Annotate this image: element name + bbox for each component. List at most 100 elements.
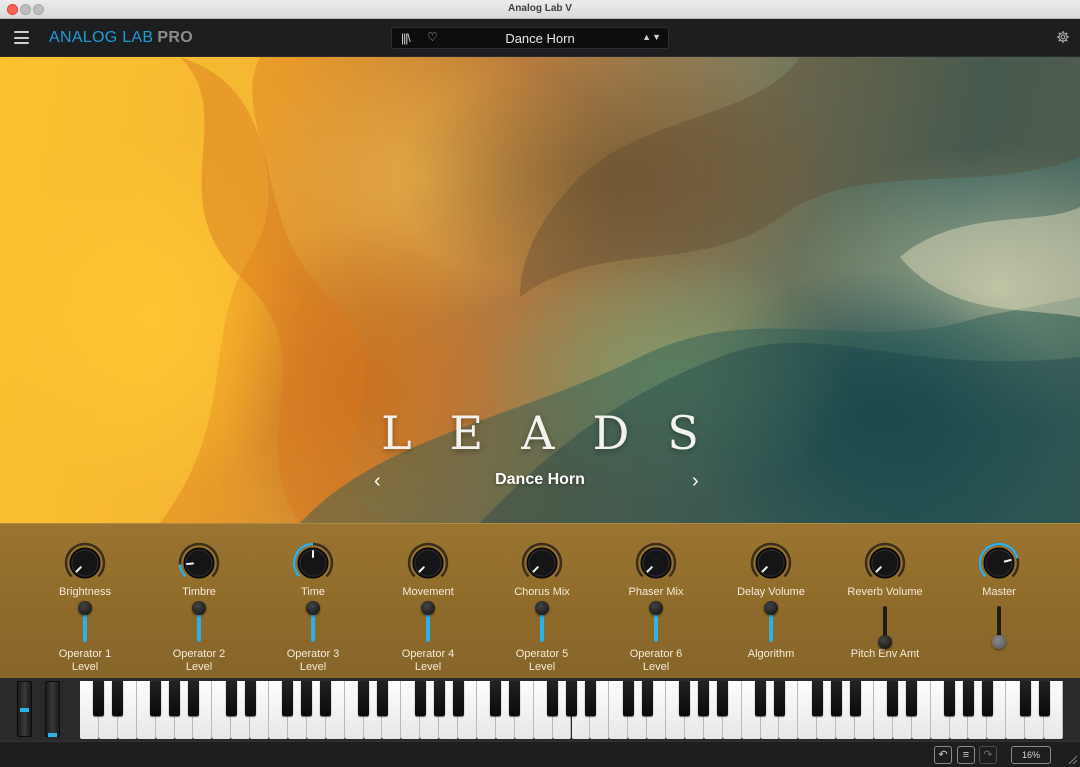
- control-column: Phaser Mix Operator 6 Level: [608, 542, 704, 674]
- control-column: Master: [951, 542, 1047, 649]
- macro-knob[interactable]: [978, 542, 1020, 584]
- brand-edition: PRO: [157, 29, 193, 46]
- black-key[interactable]: [93, 681, 105, 716]
- knob-body: [69, 547, 101, 579]
- keyboard-section: [0, 678, 1080, 741]
- next-preset-chevron-icon[interactable]: ›: [692, 470, 699, 493]
- fader-handle[interactable]: [192, 600, 206, 615]
- macro-knob[interactable]: [864, 542, 906, 584]
- black-key[interactable]: [773, 681, 785, 716]
- knob-body: [412, 547, 444, 579]
- macro-knob[interactable]: [292, 542, 334, 584]
- category-title: LEADS: [381, 406, 737, 460]
- macro-fader[interactable]: [192, 600, 206, 644]
- history-list-icon[interactable]: ≡: [957, 746, 975, 764]
- black-key[interactable]: [414, 681, 426, 716]
- black-key[interactable]: [698, 681, 710, 716]
- macro-knob[interactable]: [178, 542, 220, 584]
- black-key[interactable]: [679, 681, 691, 716]
- gear-icon[interactable]: [1056, 30, 1070, 44]
- knob-body: [640, 547, 672, 579]
- macro-fader[interactable]: [421, 600, 435, 644]
- window-title: Analog Lab V: [508, 3, 572, 14]
- cpu-meter: 16%: [1011, 746, 1051, 764]
- black-key[interactable]: [566, 681, 577, 716]
- macro-fader[interactable]: [306, 600, 320, 644]
- knob-label: Timbre: [182, 586, 216, 598]
- knob-label: Movement: [402, 586, 454, 598]
- black-key[interactable]: [509, 681, 521, 716]
- fader-handle[interactable]: [878, 635, 892, 649]
- fader-label: Operator 5 Level: [515, 648, 569, 673]
- black-key[interactable]: [622, 681, 634, 716]
- fader-handle[interactable]: [78, 600, 92, 615]
- black-key[interactable]: [755, 681, 767, 716]
- black-key[interactable]: [358, 681, 370, 716]
- pitch-wheel[interactable]: [17, 681, 32, 737]
- black-key[interactable]: [282, 681, 294, 716]
- black-key[interactable]: [887, 681, 899, 716]
- black-key[interactable]: [452, 681, 464, 716]
- knob-body: [526, 547, 558, 579]
- black-key[interactable]: [187, 681, 199, 716]
- macro-knob[interactable]: [64, 542, 106, 584]
- black-key[interactable]: [1019, 681, 1031, 716]
- macro-knob[interactable]: [521, 542, 563, 584]
- macro-knob[interactable]: [750, 542, 792, 584]
- black-key[interactable]: [981, 681, 993, 716]
- undo-icon[interactable]: ↶: [934, 746, 952, 764]
- black-key[interactable]: [547, 681, 559, 716]
- black-key[interactable]: [244, 681, 256, 716]
- fader-handle[interactable]: [535, 600, 549, 615]
- resize-handle-icon[interactable]: [1067, 754, 1077, 764]
- black-key[interactable]: [490, 681, 502, 716]
- current-preset-name[interactable]: Dance Horn: [452, 31, 628, 46]
- fader-label: Operator 2 Level: [172, 648, 226, 673]
- control-column: Brightness Operator 1 Level: [37, 542, 133, 674]
- black-key[interactable]: [584, 681, 596, 716]
- black-key[interactable]: [811, 681, 823, 716]
- fader-handle[interactable]: [649, 600, 663, 615]
- macro-fader[interactable]: [535, 600, 549, 644]
- fader-handle[interactable]: [764, 600, 778, 615]
- black-key[interactable]: [320, 681, 332, 716]
- black-key[interactable]: [112, 681, 124, 716]
- favorite-heart-icon[interactable]: ♡: [427, 30, 438, 44]
- black-key[interactable]: [944, 681, 956, 716]
- macro-fader[interactable]: [992, 602, 1006, 649]
- preset-up-down-arrows-icon[interactable]: ▲▼: [642, 32, 662, 42]
- window-titlebar: Analog Lab V: [0, 0, 1080, 19]
- fader-handle[interactable]: [992, 635, 1006, 649]
- mod-wheel[interactable]: [45, 681, 60, 737]
- macro-fader[interactable]: [764, 600, 778, 644]
- black-key[interactable]: [717, 681, 729, 716]
- fader-handle[interactable]: [421, 600, 435, 615]
- macro-fader[interactable]: [878, 602, 892, 649]
- library-icon[interactable]: |||\: [401, 31, 411, 45]
- black-key[interactable]: [830, 681, 842, 716]
- black-key[interactable]: [433, 681, 445, 716]
- knob-body: [983, 547, 1015, 579]
- black-key[interactable]: [906, 681, 918, 716]
- black-key[interactable]: [150, 681, 162, 716]
- fader-label: Operator 1 Level: [58, 648, 112, 673]
- preset-browser-bar[interactable]: |||\ ♡ Dance Horn ▲▼: [391, 27, 669, 49]
- menu-icon[interactable]: [14, 31, 29, 44]
- black-key[interactable]: [849, 681, 861, 716]
- piano-keyboard[interactable]: [80, 681, 1063, 739]
- control-column: Time Operator 3 Level: [265, 542, 361, 674]
- control-column: Reverb Volume Pitch Env Amt: [837, 542, 933, 661]
- macro-fader[interactable]: [649, 600, 663, 644]
- black-key[interactable]: [169, 681, 181, 716]
- black-key[interactable]: [301, 681, 313, 716]
- macro-fader[interactable]: [78, 600, 92, 644]
- macro-knob[interactable]: [407, 542, 449, 584]
- black-key[interactable]: [376, 681, 388, 716]
- redo-icon[interactable]: ↷: [979, 746, 997, 764]
- black-key[interactable]: [641, 681, 653, 716]
- fader-handle[interactable]: [306, 600, 320, 615]
- black-key[interactable]: [1038, 681, 1050, 716]
- black-key[interactable]: [962, 681, 974, 716]
- black-key[interactable]: [225, 681, 237, 716]
- macro-knob[interactable]: [635, 542, 677, 584]
